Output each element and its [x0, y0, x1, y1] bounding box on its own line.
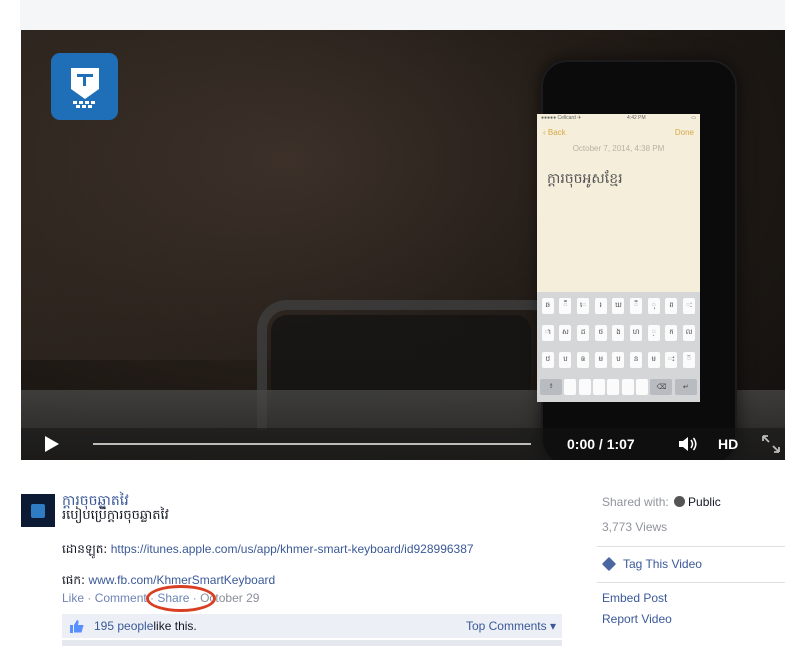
tag-video-label: Tag This Video [623, 557, 702, 571]
phone-key [564, 379, 577, 395]
phone-keyboard-row: ៖ ⌫ ↵ [539, 375, 698, 399]
phone-keyboard-row: ឋបឲមបនមះ៊ [539, 348, 698, 372]
phone-key: ឆ [541, 298, 554, 314]
phone-key: ន [630, 352, 643, 368]
comment-link[interactable]: Comment [95, 591, 147, 605]
post-title: របៀបប្រើក្តារចុចឆ្លាតវៃ [62, 508, 169, 523]
phone-key: ↵ [674, 379, 697, 395]
phone-key: ឲ [577, 352, 590, 368]
phone-keyboard-row: ឆឹេរឃឺុ ពៈ [539, 294, 698, 318]
likes-bar: 195 people like this. Top Comments ▾ [62, 614, 562, 638]
phone-nav: ‹ Back Done [537, 124, 700, 140]
keyboard-logo-icon [70, 67, 99, 108]
phone-key: ដ [577, 325, 590, 341]
separator: · [84, 591, 95, 605]
avatar-logo-icon [31, 503, 45, 518]
like-link[interactable]: Like [62, 591, 84, 605]
phone-key: ្ [647, 325, 660, 341]
page-avatar[interactable] [21, 494, 55, 527]
globe-icon [674, 496, 686, 507]
progress-bar[interactable] [93, 443, 531, 445]
phone-back: ‹ Back [543, 127, 566, 137]
app-logo [51, 53, 118, 120]
phone-key: ⌫ [650, 379, 673, 395]
phone-key: ៖ [540, 379, 563, 395]
likes-text: like this. [153, 619, 197, 633]
phone-key: ក [665, 325, 678, 341]
phone-status-bar: ●●●●● Cellcard ✈ 4:42 PM ▭ [537, 114, 700, 124]
phone-keyboard: ឆឹេរឃឺុពៈាសដថងហ្កលឋបឲមបនមះ៊៖ ⌫ ↵ [537, 292, 700, 402]
phone-key: រ [594, 298, 607, 314]
phone-key: ហ [630, 325, 643, 341]
top-comments-dropdown[interactable]: Top Comments ▾ [466, 619, 556, 633]
audience-label[interactable]: Public [688, 495, 721, 509]
download-label: ដោនឡូត: [62, 542, 108, 556]
download-link[interactable]: https://itunes.apple.com/us/app/khmer-sm… [111, 542, 474, 556]
view-count: 3,773 Views [602, 520, 668, 534]
phone-time: 4:42 PM [627, 115, 646, 121]
phone-screen: ●●●●● Cellcard ✈ 4:42 PM ▭ ‹ Back Done O… [537, 114, 700, 402]
phone-key: ង [612, 325, 625, 341]
phone-key: ស [559, 325, 572, 341]
download-line: ដោនឡូត: https://itunes.apple.com/us/app/… [62, 541, 474, 559]
phone-key: ៈ [683, 298, 696, 314]
phone-key: ថ [594, 325, 607, 341]
phone-key: ព [665, 298, 678, 314]
divider [597, 582, 785, 583]
comments-strip [62, 640, 562, 646]
phone-key [578, 379, 591, 395]
fullscreen-icon[interactable] [762, 435, 780, 453]
phone-key [636, 379, 649, 395]
top-bar [20, 0, 785, 30]
shared-with-label: Shared with: [602, 495, 669, 509]
phone-keyboard-row: ា សដថងហ្ កល [539, 321, 698, 345]
phone-key: ឃ [612, 298, 625, 314]
hd-button[interactable]: HD [718, 436, 738, 452]
video-time: 0:00 / 1:07 [567, 436, 635, 452]
tag-video-button[interactable]: Tag This Video [601, 556, 702, 572]
phone-done: Done [674, 127, 694, 137]
divider [597, 546, 785, 547]
likes-count-link[interactable]: 195 people [94, 619, 153, 633]
phone-key: ៊ [683, 352, 696, 368]
shared-with: Shared with: Public [602, 495, 721, 509]
phone-key [593, 379, 606, 395]
page-label: ផេក: [62, 573, 86, 587]
phone-key: ល [683, 325, 696, 341]
phone-key: ប [612, 352, 625, 368]
phone-battery: ▭ [691, 115, 696, 121]
phone-note-text: ក្តារចុចអូសខ្មែរ [547, 171, 623, 187]
phone-key: ឹ [559, 298, 572, 314]
phone-carrier: ●●●●● Cellcard ✈ [541, 115, 582, 121]
phone-back-label: Back [547, 127, 566, 137]
share-highlight-circle [146, 585, 216, 612]
phone-key: ឺ [630, 298, 643, 314]
play-icon[interactable] [45, 436, 59, 452]
phone-key: ះ [665, 352, 678, 368]
video-player[interactable]: ●●●●● Cellcard ✈ 4:42 PM ▭ ‹ Back Done O… [21, 30, 785, 460]
report-video-link[interactable]: Report Video [602, 612, 672, 626]
phone-key: ម [594, 352, 607, 368]
video-controls: 0:00 / 1:07 HD [21, 428, 785, 460]
embed-post-link[interactable]: Embed Post [602, 591, 667, 605]
thumbs-up-icon [70, 619, 84, 633]
phone-key [621, 379, 634, 395]
tag-icon [601, 556, 617, 572]
phone-key: ា [541, 325, 554, 341]
phone-key: េ [577, 298, 590, 314]
phone-key: ប [559, 352, 572, 368]
phone-note-date: October 7, 2014, 4:38 PM [572, 144, 665, 153]
volume-icon[interactable] [678, 436, 698, 452]
phone-key: ុ [647, 298, 660, 314]
phone-key: ម [647, 352, 660, 368]
phone-key: ឋ [541, 352, 554, 368]
phone-key [607, 379, 620, 395]
